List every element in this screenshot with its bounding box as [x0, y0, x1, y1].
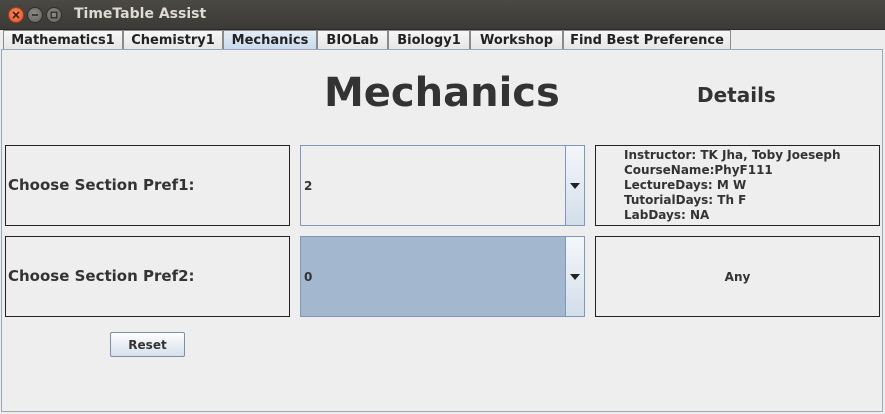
detail-instructor: Instructor: TK Jha, Toby Joeseph: [624, 148, 841, 162]
pref2-selected-value: 0: [304, 270, 313, 284]
detail-lecture-days: LectureDays: M W: [624, 178, 747, 192]
pref1-selected-value: 2: [304, 179, 313, 193]
details-heading: Details: [697, 83, 776, 107]
pref2-details: Any: [724, 270, 751, 284]
tab-chemistry1[interactable]: Chemistry1: [123, 30, 223, 49]
pref1-dropdown-arrow[interactable]: [565, 146, 584, 225]
tab-biolab[interactable]: BIOLab: [317, 30, 388, 49]
tab-biology1[interactable]: Biology1: [388, 30, 470, 49]
close-window-button[interactable]: [8, 7, 24, 23]
reset-button[interactable]: Reset: [110, 332, 185, 357]
chevron-down-icon: [570, 273, 580, 280]
detail-tutorial-days: TutorialDays: Th F: [624, 193, 747, 207]
chevron-down-icon: [570, 182, 580, 189]
pref1-section-dropdown[interactable]: 2: [300, 145, 585, 226]
pref1-details-box: Instructor: TK Jha, Toby Joeseph CourseN…: [595, 145, 880, 226]
detail-course-name: CourseName:PhyF111: [624, 163, 773, 177]
tab-mathematics1[interactable]: Mathematics1: [3, 30, 123, 49]
pref1-details: Instructor: TK Jha, Toby Joeseph CourseN…: [624, 148, 841, 223]
minimize-window-button[interactable]: [27, 7, 43, 23]
page-title: Mechanics: [324, 70, 560, 116]
pref1-label: Choose Section Pref1:: [8, 176, 195, 194]
pref2-label-box: Choose Section Pref2:: [5, 236, 290, 317]
pref2-details-box: Any: [595, 236, 880, 317]
tab-bar: Mathematics1 Chemistry1 Mechanics BIOLab…: [0, 30, 885, 50]
pref2-dropdown-arrow[interactable]: [565, 237, 584, 316]
maximize-icon: [50, 11, 58, 19]
pref2-section-dropdown[interactable]: 0: [300, 236, 585, 317]
maximize-window-button[interactable]: [46, 7, 62, 23]
pref1-label-box: Choose Section Pref1:: [5, 145, 290, 226]
close-icon: [12, 11, 20, 19]
pref2-label: Choose Section Pref2:: [8, 267, 195, 285]
detail-lab-days: LabDays: NA: [624, 208, 710, 222]
title-bar: TimeTable Assist: [0, 0, 885, 30]
window-title: TimeTable Assist: [74, 6, 207, 22]
tab-find-best-preference[interactable]: Find Best Preference: [563, 30, 731, 49]
tab-mechanics[interactable]: Mechanics: [223, 30, 317, 50]
tab-workshop[interactable]: Workshop: [470, 30, 563, 49]
minimize-icon: [32, 14, 38, 16]
